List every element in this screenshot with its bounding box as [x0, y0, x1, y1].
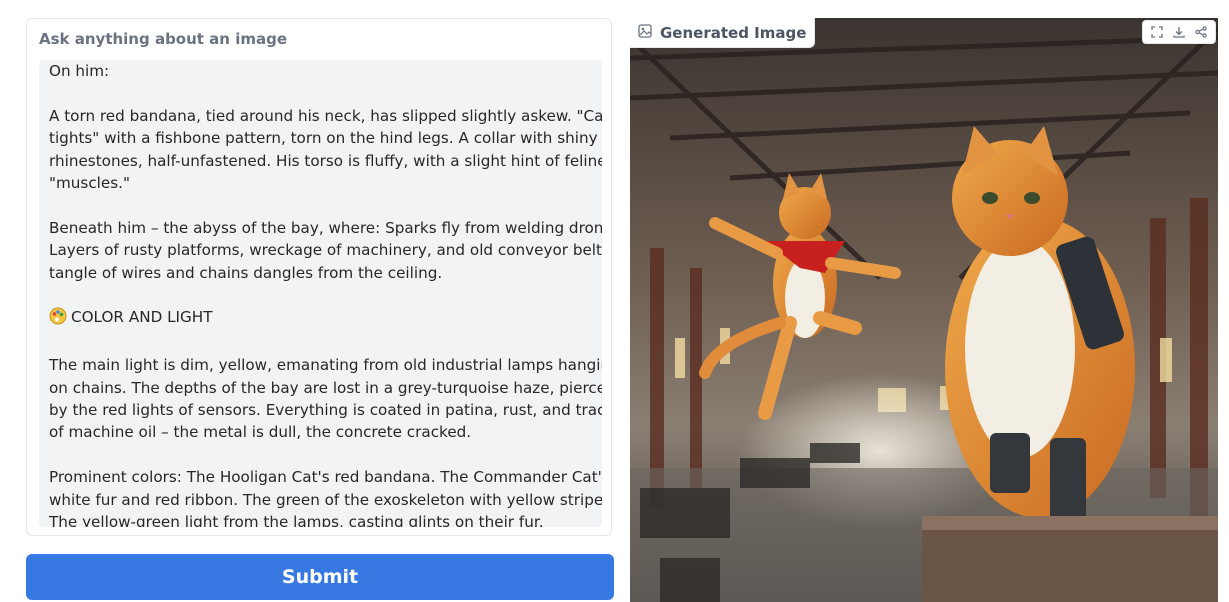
prompt-label: Ask anything about an image	[39, 30, 288, 48]
prompt-text-line: Prominent colors: The Hooligan Cat's red…	[49, 466, 602, 488]
submit-button[interactable]: Submit	[26, 554, 614, 600]
prompt-text-line: COLOR AND LIGHT	[49, 306, 592, 331]
prompt-line-text: Beneath him – the abyss of the bay, wher…	[49, 218, 602, 237]
prompt-line-text: white fur and red ribbon. The green of t…	[49, 490, 602, 509]
prompt-line-text: On him:	[49, 62, 110, 80]
prompt-line-text: tights" with a fishbone pattern, torn on…	[49, 129, 598, 148]
prompt-textarea[interactable]: On him: A torn red bandana, tied around h…	[39, 60, 602, 527]
prompt-text-line: tangle of wires and chains dangles from …	[49, 262, 592, 284]
prompt-text-line: The main light is dim, yellow, emanating…	[49, 354, 602, 376]
generated-image-panel: Generated Image	[630, 18, 1218, 602]
prompt-line-text: COLOR AND LIGHT	[71, 308, 213, 327]
download-icon[interactable]	[1169, 22, 1189, 42]
prompt-text-line: "muscles."	[49, 172, 592, 194]
prompt-text-line: Beneath him – the abyss of the bay, wher…	[49, 217, 602, 239]
image-toolbar	[1142, 20, 1216, 44]
palette-emoji-icon	[49, 307, 67, 331]
prompt-line-text: A torn red bandana, tied around his neck…	[49, 106, 602, 125]
prompt-line-text: Layers of rusty platforms, wreckage of m…	[49, 241, 602, 260]
prompt-text-line: by the red lights of sensors. Everything…	[49, 399, 602, 421]
prompt-text-line: white fur and red ribbon. The green of t…	[49, 489, 602, 511]
prompt-text-line: tights" with a fishbone pattern, torn on…	[49, 127, 598, 149]
share-icon[interactable]	[1191, 22, 1211, 42]
prompt-text-line: A torn red bandana, tied around his neck…	[49, 105, 602, 127]
prompt-line-text: "muscles."	[49, 174, 130, 193]
prompt-line-text: rhinestones, half-unfastened. His torso …	[49, 151, 602, 170]
prompt-text-line: rhinestones, half-unfastened. His torso …	[49, 150, 602, 172]
generated-image-title: Generated Image	[660, 23, 807, 42]
prompt-line-text: The main light is dim, yellow, emanating…	[49, 356, 602, 375]
prompt-text-line: on chains. The depths of the bay are los…	[49, 377, 602, 399]
prompt-text-line: Layers of rusty platforms, wreckage of m…	[49, 239, 602, 261]
prompt-line-text: tangle of wires and chains dangles from …	[49, 263, 443, 282]
prompt-line-text: of machine oil – the metal is dull, the …	[49, 423, 472, 442]
prompt-line-text: Prominent colors: The Hooligan Cat's red…	[49, 468, 602, 487]
prompt-text-line: The yellow-green light from the lamps, c…	[49, 511, 592, 527]
prompt-line-text: on chains. The depths of the bay are los…	[49, 378, 602, 397]
generated-image-label: Generated Image	[630, 18, 816, 48]
prompt-text-line: of machine oil – the metal is dull, the …	[49, 421, 592, 443]
prompt-text-line: On him:	[49, 60, 592, 82]
generated-image	[630, 18, 1218, 602]
image-icon	[638, 23, 652, 42]
prompt-panel: Ask anything about an image On him: A tor…	[26, 18, 612, 536]
fullscreen-icon[interactable]	[1147, 22, 1167, 42]
prompt-line-text: by the red lights of sensors. Everything…	[49, 401, 602, 420]
prompt-line-text: The yellow-green light from the lamps, c…	[49, 513, 544, 527]
